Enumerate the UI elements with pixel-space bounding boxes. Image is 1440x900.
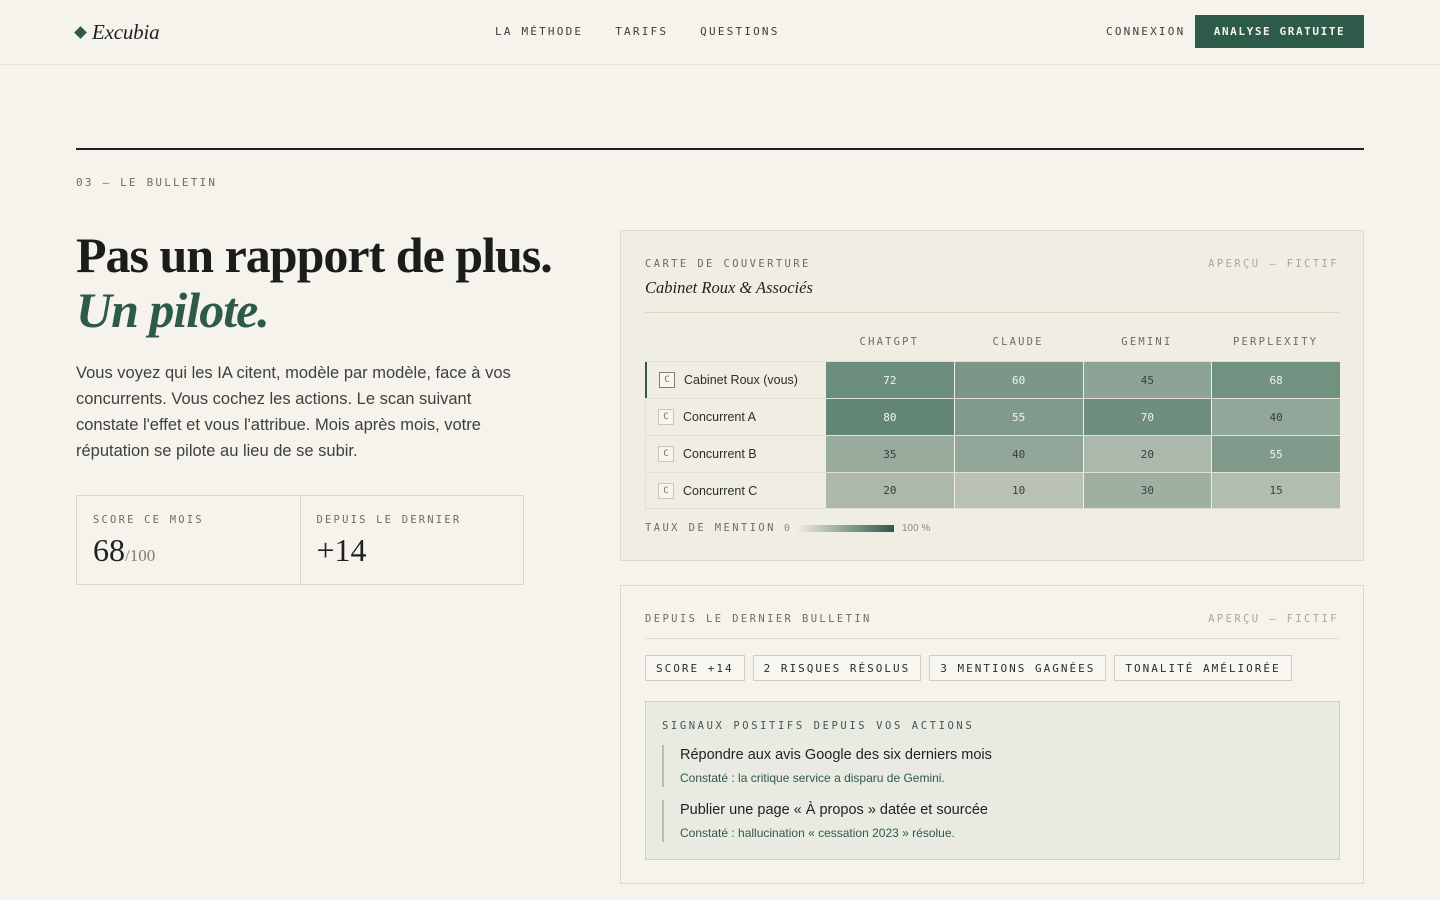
coverage-company-name: Cabinet Roux & Associés: [645, 278, 813, 297]
stats-panel: SCORE CE MOIS 68/100 DEPUIS LE DERNIER +…: [76, 495, 524, 585]
heatmap-row: C Concurrent C 20 10 30 15: [645, 472, 1340, 509]
heatmap-row: C Concurrent A 80 55 70 40: [645, 398, 1340, 435]
heatmap-cell: 30: [1082, 473, 1212, 508]
chip-tone: TONALITÉ AMÉLIORÉE: [1114, 655, 1292, 681]
positive-signals-panel: SIGNAUX POSITIFS DEPUIS VOS ACTIONS Répo…: [645, 701, 1340, 860]
company-badge-icon: C: [658, 409, 674, 425]
row-name: Concurrent A: [683, 410, 756, 424]
title-line-2: Un pilote.: [76, 282, 270, 338]
score-value: 68/100: [93, 532, 284, 569]
heatmap-corner: [645, 331, 825, 361]
row-label: C Concurrent C: [645, 473, 825, 508]
row-name: Cabinet Roux (vous): [684, 373, 798, 387]
score-number: 68: [93, 532, 125, 568]
intro-paragraph: Vous voyez qui les IA citent, modèle par…: [76, 364, 511, 460]
site-header: Excubia LA MÉTHODE TARIFS QUESTIONS CONN…: [0, 0, 1440, 65]
coverage-heatmap: CHATGPT CLAUDE GEMINI PERPLEXITY C Cabine…: [645, 331, 1340, 509]
signal-title: Publier une page « À propos » datée et s…: [680, 802, 988, 818]
signal-note: Constaté : hallucination « cessation 202…: [680, 826, 955, 840]
heatmap-cell: 10: [953, 473, 1083, 508]
heatmap-cell: 60: [953, 362, 1083, 398]
heatmap-cell: 45: [1082, 362, 1212, 398]
heatmap-cell: 80: [825, 399, 954, 435]
logo[interactable]: Excubia: [74, 20, 160, 45]
signal-title: Répondre aux avis Google des six dernier…: [680, 747, 992, 763]
delta-label: DEPUIS LE DERNIER: [316, 514, 462, 526]
heatmap-row: C Cabinet Roux (vous) 72 60 45 68: [645, 361, 1340, 398]
heatmap-legend: TAUX DE MENTION 0 100 %: [645, 522, 930, 534]
main-nav: LA MÉTHODE TARIFS QUESTIONS: [495, 25, 780, 38]
heatmap-cell: 70: [1082, 399, 1212, 435]
heatmap-cell: 35: [825, 436, 954, 472]
column-header-perplexity: PERPLEXITY: [1233, 336, 1319, 348]
login-link[interactable]: CONNEXION: [1106, 25, 1185, 38]
legend-label: TAUX DE MENTION: [645, 522, 776, 534]
heatmap-cell: 68: [1211, 362, 1340, 398]
row-name: Concurrent B: [683, 447, 757, 461]
heatmap-cell: 40: [953, 436, 1083, 472]
legend-max: 100 %: [901, 522, 931, 534]
company-badge-icon: C: [658, 446, 674, 462]
company-badge-icon: C: [659, 372, 675, 388]
signal-item: Répondre aux avis Google des six dernier…: [662, 745, 992, 787]
title-line-1: Pas un rapport de plus.: [76, 227, 553, 283]
score-stat: SCORE CE MOIS 68/100: [77, 496, 300, 584]
bulletin-eyebrow: DEPUIS LE DERNIER BULLETIN: [645, 613, 872, 625]
coverage-preview-tag: APERÇU — FICTIF: [1208, 258, 1339, 270]
bulletin-divider: [645, 638, 1339, 639]
column-header-gemini: GEMINI: [1121, 336, 1173, 348]
heatmap-cell: 55: [953, 399, 1083, 435]
row-name: Concurrent C: [683, 483, 758, 498]
heatmap-cell: 40: [1211, 399, 1340, 435]
signals-title: SIGNAUX POSITIFS DEPUIS VOS ACTIONS: [662, 720, 975, 732]
diamond-icon: [74, 26, 87, 39]
section-eyebrow: 03 — LE BULLETIN: [76, 176, 218, 189]
page-title: Pas un rapport de plus. Un pilote.: [76, 228, 596, 338]
logo-text: Excubia: [92, 20, 160, 44]
heatmap-cell: 20: [825, 473, 954, 508]
heatmap-cell: 55: [1211, 436, 1340, 472]
coverage-card: CARTE DE COUVERTURE APERÇU — FICTIF Cabi…: [620, 230, 1364, 561]
chip-score: SCORE +14: [645, 655, 745, 681]
coverage-divider: [645, 312, 1339, 313]
bulletin-preview-tag: APERÇU — FICTIF: [1208, 613, 1339, 625]
heatmap-cell: 15: [1211, 473, 1340, 508]
delta-value: +14: [316, 532, 367, 568]
coverage-eyebrow: CARTE DE COUVERTURE: [645, 258, 811, 270]
legend-gradient-bar: [797, 524, 894, 532]
score-denominator: /100: [125, 546, 156, 565]
score-label: SCORE CE MOIS: [93, 514, 204, 526]
bulletin-card: DEPUIS LE DERNIER BULLETIN APERÇU — FICT…: [620, 585, 1364, 884]
free-analysis-button[interactable]: ANALYSE GRATUITE: [1195, 15, 1364, 48]
row-label: C Concurrent B: [645, 436, 825, 472]
nav-link-questions[interactable]: QUESTIONS: [700, 25, 779, 38]
signal-item: Publier une page « À propos » datée et s…: [662, 800, 988, 842]
heatmap-header: CHATGPT CLAUDE GEMINI PERPLEXITY: [645, 331, 1340, 361]
chip-mentions: 3 MENTIONS GAGNÉES: [929, 655, 1107, 681]
heatmap-cell: 72: [825, 362, 954, 398]
heatmap-cell: 20: [1082, 436, 1212, 472]
delta-stat: DEPUIS LE DERNIER +14: [299, 496, 524, 584]
column-header-claude: CLAUDE: [992, 336, 1044, 348]
summary-chips: SCORE +14 2 RISQUES RÉSOLUS 3 MENTIONS G…: [645, 655, 1292, 681]
nav-link-methode[interactable]: LA MÉTHODE: [495, 25, 583, 38]
nav-link-tarifs[interactable]: TARIFS: [615, 25, 668, 38]
section-divider: [76, 148, 1364, 150]
row-label: C Concurrent A: [645, 399, 825, 435]
column-header-chatgpt: CHATGPT: [859, 336, 920, 348]
chip-risks: 2 RISQUES RÉSOLUS: [752, 655, 922, 681]
row-label: C Cabinet Roux (vous): [645, 362, 825, 398]
legend-min: 0: [783, 522, 790, 534]
heatmap-row: C Concurrent B 35 40 20 55: [645, 435, 1340, 472]
signal-note: Constaté : la critique service a disparu…: [680, 771, 945, 785]
company-badge-icon: C: [658, 482, 674, 499]
